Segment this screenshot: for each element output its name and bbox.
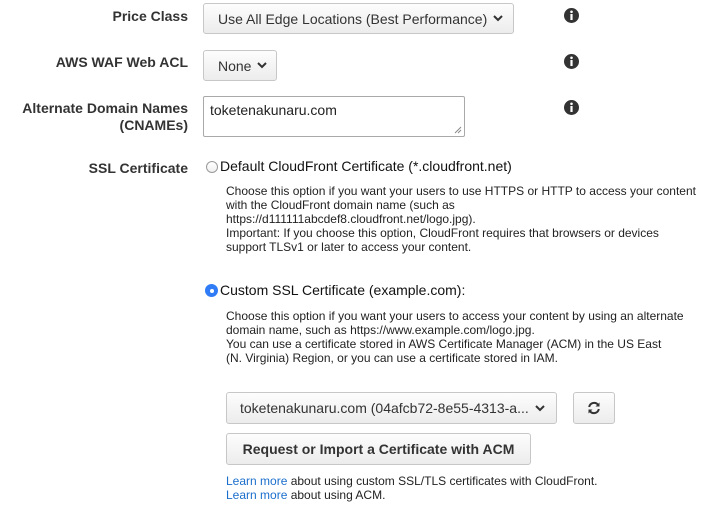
- desc-line: Important: If you choose this option, Cl…: [226, 226, 659, 240]
- info-icon[interactable]: [564, 54, 579, 69]
- waf-select[interactable]: None: [203, 50, 277, 81]
- certificate-select[interactable]: toketenakunaru.com (04afcb72-8e55-4313-a…: [226, 392, 557, 424]
- cnames-value: toketenakunaru.com: [210, 102, 337, 118]
- desc-line: support TLSv1 or later to access your co…: [226, 240, 472, 254]
- learn-more-link[interactable]: Learn more: [226, 488, 287, 502]
- price-class-value: Use All Edge Locations (Best Performance…: [218, 10, 488, 27]
- desc-line: https://d111111abcdef8.cloudfront.net/lo…: [226, 212, 476, 226]
- desc-line: domain name, such as https://www.example…: [226, 323, 535, 337]
- chevron-down-icon: [257, 62, 268, 69]
- desc-line: Choose this option if you want your user…: [226, 309, 684, 323]
- certificate-value: toketenakunaru.com (04afcb72-8e55-4313-a…: [240, 400, 529, 416]
- cnames-label-line2: (CNAMEs): [119, 117, 188, 133]
- refresh-button[interactable]: [573, 392, 615, 424]
- info-icon[interactable]: [564, 100, 579, 115]
- desc-line: Choose this option if you want your user…: [226, 184, 696, 198]
- desc-line: (N. Virginia) Region, or you can use a c…: [226, 351, 558, 365]
- cnames-label-line1: Alternate Domain Names: [22, 100, 188, 116]
- info-icon[interactable]: [564, 8, 579, 23]
- waf-value: None: [218, 57, 252, 74]
- request-certificate-button[interactable]: Request or Import a Certificate with ACM: [226, 433, 531, 465]
- waf-label: AWS WAF Web ACL: [55, 54, 188, 70]
- learn-more-text: about using custom SSL/TLS certificates …: [287, 474, 598, 488]
- learn-more-acm: Learn more about using ACM.: [226, 488, 385, 502]
- price-class-label: Price Class: [112, 8, 189, 24]
- cnames-textarea[interactable]: toketenakunaru.com: [203, 96, 465, 137]
- desc-line: with the CloudFront domain name (such as: [226, 198, 455, 212]
- request-certificate-label: Request or Import a Certificate with ACM: [242, 441, 515, 457]
- learn-more-ssl: Learn more about using custom SSL/TLS ce…: [226, 474, 598, 488]
- refresh-icon: [587, 401, 601, 415]
- ssl-custom-radio[interactable]: [205, 284, 218, 297]
- ssl-default-radio[interactable]: [206, 161, 218, 173]
- ssl-default-option-label[interactable]: Default CloudFront Certificate (*.cloudf…: [220, 158, 512, 175]
- chevron-down-icon: [493, 15, 503, 22]
- resize-handle-icon[interactable]: [454, 126, 462, 134]
- chevron-down-icon: [535, 404, 545, 412]
- ssl-default-description: Choose this option if you want your user…: [226, 184, 706, 254]
- learn-more-link[interactable]: Learn more: [226, 474, 287, 488]
- price-class-select[interactable]: Use All Edge Locations (Best Performance…: [203, 3, 514, 34]
- ssl-custom-option-label[interactable]: Custom SSL Certificate (example.com):: [220, 282, 465, 299]
- desc-line: You can use a certificate stored in AWS …: [226, 337, 662, 351]
- learn-more-text: about using ACM.: [287, 488, 386, 502]
- ssl-label: SSL Certificate: [88, 160, 188, 176]
- cnames-label: Alternate Domain Names (CNAMEs): [22, 100, 188, 134]
- ssl-custom-description: Choose this option if you want your user…: [226, 309, 706, 365]
